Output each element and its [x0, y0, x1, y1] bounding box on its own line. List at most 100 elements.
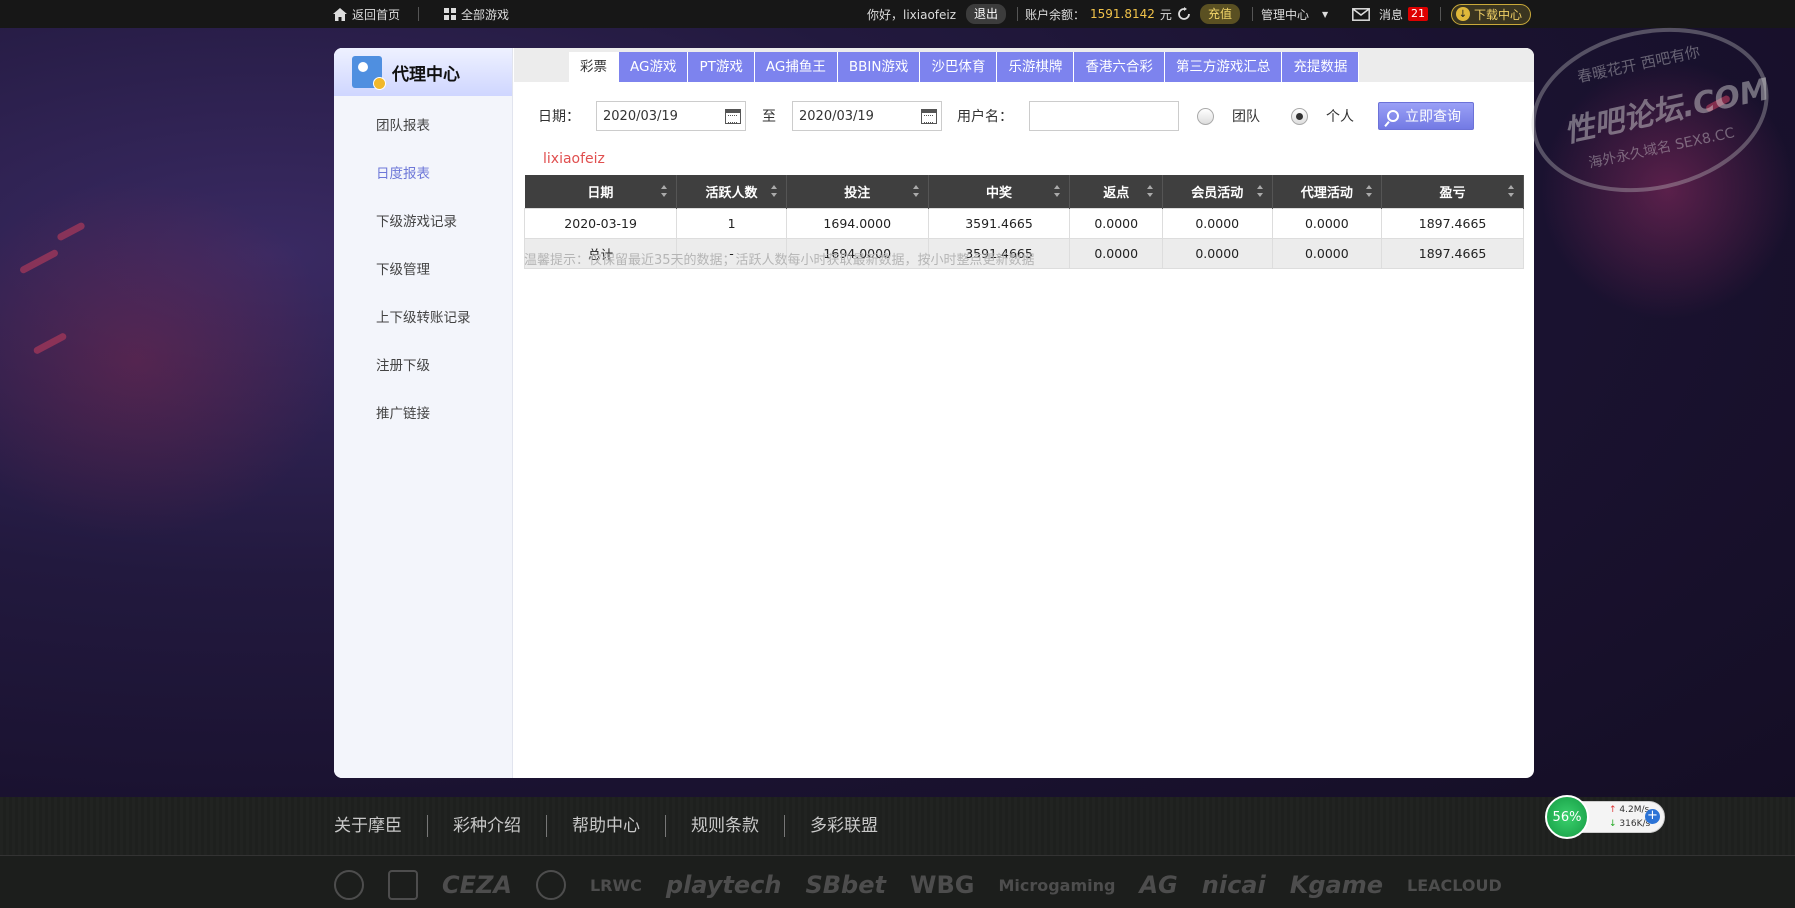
calendar-icon[interactable]: [921, 108, 937, 124]
sort-icon[interactable]: [1256, 185, 1264, 197]
tab-third-party-summary[interactable]: 第三方游戏汇总: [1164, 52, 1283, 82]
partner-crest-icon: [388, 870, 418, 900]
sidebar-item-transfer-records[interactable]: 上下级转账记录: [334, 294, 512, 342]
tab-ag-games[interactable]: AG游戏: [619, 52, 689, 82]
plus-icon[interactable]: +: [1645, 809, 1660, 824]
column-header-bet[interactable]: 投注: [786, 175, 929, 208]
column-header-profit-loss[interactable]: 盈亏: [1381, 175, 1524, 208]
download-center-button[interactable]: ↓ 下载中心: [1451, 3, 1532, 25]
tabs-bar: 彩票 AG游戏 PT游戏 AG捕鱼王 BBIN游戏 沙巴体育 乐游棋牌 香港六合…: [514, 48, 1534, 82]
footer-link-help[interactable]: 帮助中心: [547, 815, 666, 837]
footer-link-alliance[interactable]: 多彩联盟: [785, 815, 903, 837]
sidebar-item-team-report[interactable]: 团队报表: [334, 102, 512, 150]
column-header-label: 会员活动: [1191, 185, 1244, 201]
tab-deposit-withdraw[interactable]: 充提数据: [1282, 52, 1360, 82]
sort-icon[interactable]: [1054, 185, 1061, 197]
column-header-active-users[interactable]: 活跃人数: [676, 175, 787, 208]
partner-logo-playtech: playtech: [665, 871, 782, 899]
divider: [1252, 7, 1253, 21]
recharge-button[interactable]: 充值: [1200, 4, 1241, 24]
table-header-row: 日期 活跃人数 投注 中奖 返点 会员活动 代理活动 盈亏: [524, 175, 1524, 208]
sidebar-item-register-sub[interactable]: 注册下级: [334, 342, 512, 390]
column-header-date[interactable]: 日期: [524, 175, 678, 208]
tab-pt-games[interactable]: PT游戏: [688, 52, 755, 82]
refresh-icon[interactable]: [1177, 7, 1191, 21]
tab-lottery[interactable]: 彩票: [569, 52, 619, 82]
calendar-icon[interactable]: [725, 108, 741, 124]
cell-rebate: 0.0000: [1069, 207, 1163, 239]
column-header-win[interactable]: 中奖: [928, 175, 1071, 208]
sidebar-item-sub-game-records[interactable]: 下级游戏记录: [334, 198, 512, 246]
upload-speed: ↑ 4.2M/s: [1609, 805, 1649, 815]
personal-radio-label: 个人: [1326, 109, 1354, 125]
balance-label: 账户余额：: [1025, 7, 1086, 22]
date-label: 日期：: [538, 109, 580, 125]
home-link[interactable]: 返回首页: [333, 0, 400, 28]
logout-button[interactable]: 退出: [966, 4, 1007, 24]
footer-divider: [0, 855, 1795, 856]
messages-link[interactable]: 消息 21: [1352, 0, 1429, 28]
footer-link-about[interactable]: 关于摩臣: [334, 815, 428, 837]
footer-link-rules[interactable]: 规则条款: [666, 815, 785, 837]
partner-logo-microgaming: Microgaming: [998, 875, 1116, 895]
content-area: 彩票 AG游戏 PT游戏 AG捕鱼王 BBIN游戏 沙巴体育 乐游棋牌 香港六合…: [514, 48, 1534, 778]
chevron-down-icon: ▼: [1322, 9, 1329, 19]
cell-member-activity: 0.0000: [1161, 207, 1273, 239]
username-label: 用户名：: [957, 109, 1013, 125]
search-button[interactable]: 立即查询: [1378, 102, 1474, 130]
cell-date: 2020-03-19: [523, 207, 678, 239]
balance-unit: 元: [1159, 7, 1172, 22]
sidebar-header: 代理中心: [334, 48, 512, 96]
partner-emblem-icon: [535, 870, 566, 900]
username-input[interactable]: [1029, 101, 1179, 131]
sort-icon[interactable]: [770, 185, 778, 197]
partner-logos: CEZA LRWC playtech SBbet WBG Microgaming…: [334, 865, 1502, 905]
sort-icon[interactable]: [661, 185, 668, 197]
sidebar-item-promo-link[interactable]: 推广链接: [334, 390, 512, 438]
tab-bbin-games[interactable]: BBIN游戏: [837, 52, 921, 82]
sort-icon[interactable]: [1366, 185, 1373, 197]
column-header-member-activity[interactable]: 会员活动: [1162, 175, 1273, 208]
partner-logo-ceza: CEZA: [442, 871, 512, 899]
start-date-value: 2020/03/19: [603, 108, 678, 124]
sort-icon[interactable]: [1508, 185, 1515, 197]
messages-label: 消息: [1379, 7, 1404, 22]
cell-total-member-activity: 0.0000: [1161, 237, 1273, 269]
personal-radio[interactable]: [1291, 107, 1308, 125]
all-games-label: 全部游戏: [461, 7, 510, 22]
tab-leyou-chess[interactable]: 乐游棋牌: [997, 52, 1075, 82]
sort-icon[interactable]: [1146, 185, 1154, 197]
tab-ag-fishing[interactable]: AG捕鱼王: [754, 52, 838, 82]
top-bar: 返回首页 全部游戏 你好，lixiaofeiz 退出 账户余额： 1591.81…: [0, 0, 1795, 28]
sort-icon[interactable]: [912, 185, 920, 197]
tab-hk-mark-six[interactable]: 香港六合彩: [1074, 52, 1165, 82]
divider: [418, 7, 419, 21]
download-label: 下载中心: [1474, 7, 1523, 22]
message-count-badge: 21: [1408, 7, 1429, 21]
footer-links: 关于摩臣 彩种介绍 帮助中心 规则条款 多彩联盟: [334, 797, 903, 855]
divider: [1017, 7, 1018, 21]
cell-agent-activity: 0.0000: [1271, 207, 1383, 239]
start-date-input[interactable]: 2020/03/19: [596, 101, 746, 131]
cell-total-rebate: 0.0000: [1069, 237, 1163, 269]
speed-percent: 56%: [1545, 795, 1589, 839]
team-radio-label: 团队: [1232, 109, 1260, 125]
greeting: 你好，lixiaofeiz: [867, 7, 957, 22]
partner-logo-sbbet: SBbet: [805, 871, 886, 899]
team-radio[interactable]: [1197, 107, 1214, 125]
download-icon: ↓: [1456, 7, 1470, 21]
network-speed-widget[interactable]: 56% ↑ 4.2M/s ↓ 316K/s +: [1545, 795, 1668, 839]
tab-saba-sports[interactable]: 沙巴体育: [920, 52, 998, 82]
sidebar-menu: 团队报表 日度报表 下级游戏记录 下级管理 上下级转账记录 注册下级 推广链接: [334, 96, 512, 438]
sidebar-item-daily-report[interactable]: 日度报表: [334, 150, 512, 198]
end-date-input[interactable]: 2020/03/19: [792, 101, 942, 131]
column-header-agent-activity[interactable]: 代理活动: [1272, 175, 1383, 208]
manage-menu[interactable]: 管理中心 ▼: [1261, 0, 1328, 28]
sidebar-item-sub-management[interactable]: 下级管理: [334, 246, 512, 294]
home-link-label: 返回首页: [352, 7, 401, 22]
all-games-link[interactable]: 全部游戏: [444, 0, 509, 28]
column-header-rebate[interactable]: 返点: [1069, 175, 1163, 208]
home-icon: [333, 7, 347, 21]
footer-link-lottery-intro[interactable]: 彩种介绍: [428, 815, 547, 837]
cell-total-agent-activity: 0.0000: [1271, 237, 1383, 269]
